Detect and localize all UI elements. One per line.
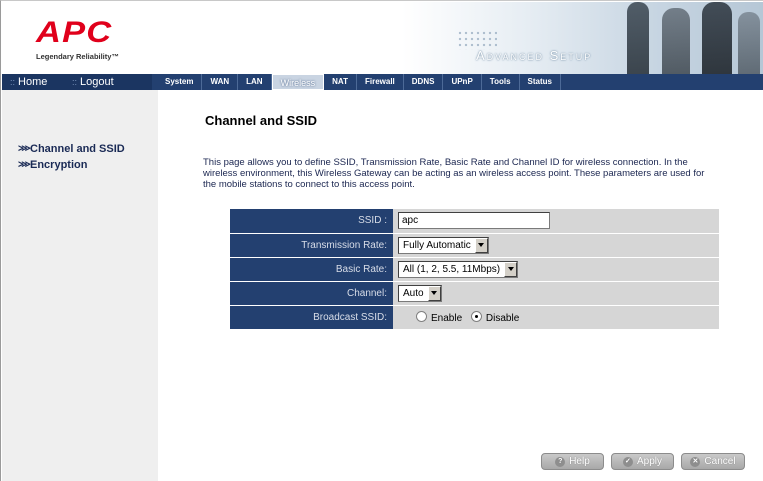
cancel-button-label: Cancel <box>704 456 736 467</box>
form-row-basic-rate: Basic Rate: All (1, 2, 5.5, 11Mbps) <box>230 257 719 282</box>
sidebar-item-label: Channel and SSID <box>30 143 125 155</box>
apply-button[interactable]: ✓ Apply <box>611 453 674 470</box>
header-banner: APC Legendary Reliability™ Advanced Setu… <box>2 2 763 74</box>
help-icon: ? <box>555 456 566 467</box>
bullet-icon: :: <box>72 77 78 87</box>
broadcast-ssid-label: Broadcast SSID: <box>230 305 393 330</box>
help-button[interactable]: ? Help <box>541 453 604 470</box>
form-row-channel: Channel: Auto <box>230 281 719 306</box>
basic-rate-value: All (1, 2, 5.5, 11Mbps) <box>403 263 501 275</box>
form-row-broadcast-ssid: Broadcast SSID: Enable Disable <box>230 305 719 330</box>
tab-tools[interactable]: Tools <box>482 74 520 90</box>
broadcast-disable-label: Disable <box>485 312 520 324</box>
sidebar-item-encryption[interactable]: ⋙ Encryption <box>18 159 88 171</box>
ssid-label: SSID : <box>230 209 393 234</box>
tab-ddns[interactable]: DDNS <box>404 74 444 90</box>
help-button-label: Help <box>569 456 590 467</box>
sidebar: ⋙ Channel and SSID ⋙ Encryption <box>2 90 158 481</box>
tx-rate-value: Fully Automatic <box>403 239 471 251</box>
channel-select[interactable]: Auto <box>398 284 442 302</box>
logout-label: Logout <box>80 76 114 88</box>
home-link[interactable]: :: Home <box>10 76 47 88</box>
channel-value: Auto <box>403 287 424 299</box>
broadcast-ssid-radio-group: Enable Disable <box>416 310 525 324</box>
basic-rate-cell: All (1, 2, 5.5, 11Mbps) <box>393 257 719 282</box>
page-title: Channel and SSID <box>205 113 317 128</box>
channel-cell: Auto <box>393 281 719 306</box>
chevron-down-icon[interactable] <box>474 237 488 253</box>
people-silhouette <box>627 2 649 74</box>
router-admin-window: APC Legendary Reliability™ Advanced Setu… <box>0 0 763 481</box>
tab-wan[interactable]: WAN <box>202 74 239 90</box>
tx-rate-select[interactable]: Fully Automatic <box>398 236 489 254</box>
decorative-dots <box>457 30 497 50</box>
top-nav-links: :: Home :: Logout <box>2 74 152 90</box>
sidebar-item-label: Encryption <box>30 159 88 171</box>
apply-button-label: Apply <box>636 456 662 467</box>
cancel-button[interactable]: ✕ Cancel <box>681 453 745 470</box>
header-title: Advanced Setup <box>476 48 593 63</box>
broadcast-enable-label: Enable <box>431 312 463 324</box>
page-description: This page allows you to define SSID, Tra… <box>203 157 705 190</box>
header-photo <box>402 2 763 74</box>
sidebar-item-channel-ssid[interactable]: ⋙ Channel and SSID <box>18 143 125 155</box>
tx-rate-cell: Fully Automatic <box>393 233 719 258</box>
people-silhouette <box>662 8 690 74</box>
people-silhouette <box>738 12 760 74</box>
logo-tagline: Legendary Reliability™ <box>36 52 119 61</box>
wireless-settings-form: SSID : apc Transmission Rate: Fully Auto… <box>230 209 719 330</box>
close-icon: ✕ <box>690 456 701 467</box>
basic-rate-label: Basic Rate: <box>230 257 393 282</box>
tab-upnp[interactable]: UPnP <box>443 74 482 90</box>
tab-system[interactable]: System <box>157 74 203 90</box>
form-row-tx-rate: Transmission Rate: Fully Automatic <box>230 233 719 258</box>
broadcast-enable-radio[interactable] <box>416 310 427 322</box>
people-silhouette <box>702 2 732 74</box>
broadcast-ssid-cell: Enable Disable <box>393 305 719 330</box>
tab-lan[interactable]: LAN <box>238 74 272 90</box>
tab-nat[interactable]: NAT <box>324 74 357 90</box>
chevron-right-icon: ⋙ <box>18 159 31 169</box>
tx-rate-label: Transmission Rate: <box>230 233 393 258</box>
broadcast-disable-radio[interactable] <box>470 310 482 322</box>
tab-bar: System WAN LAN Wireless NAT Firewall DDN… <box>157 74 561 90</box>
ssid-cell: apc <box>393 209 719 234</box>
form-row-ssid: SSID : apc <box>230 209 719 234</box>
channel-label: Channel: <box>230 281 393 306</box>
tab-status[interactable]: Status <box>520 74 561 90</box>
chevron-right-icon: ⋙ <box>18 143 31 153</box>
logo-text: APC <box>36 16 113 49</box>
basic-rate-select[interactable]: All (1, 2, 5.5, 11Mbps) <box>398 260 519 278</box>
bullet-icon: :: <box>10 77 16 87</box>
home-label: Home <box>18 76 48 88</box>
chevron-down-icon[interactable] <box>427 285 441 301</box>
ssid-input[interactable]: apc <box>398 212 550 230</box>
checkmark-icon: ✓ <box>622 456 633 467</box>
tab-firewall[interactable]: Firewall <box>357 74 404 90</box>
chevron-down-icon[interactable] <box>504 261 518 277</box>
tab-wireless[interactable]: Wireless <box>271 74 325 90</box>
logo: APC Legendary Reliability™ <box>2 2 152 74</box>
logout-link[interactable]: :: Logout <box>72 76 114 88</box>
top-nav-bar: :: Home :: Logout System WAN LAN Wireless … <box>2 74 763 90</box>
